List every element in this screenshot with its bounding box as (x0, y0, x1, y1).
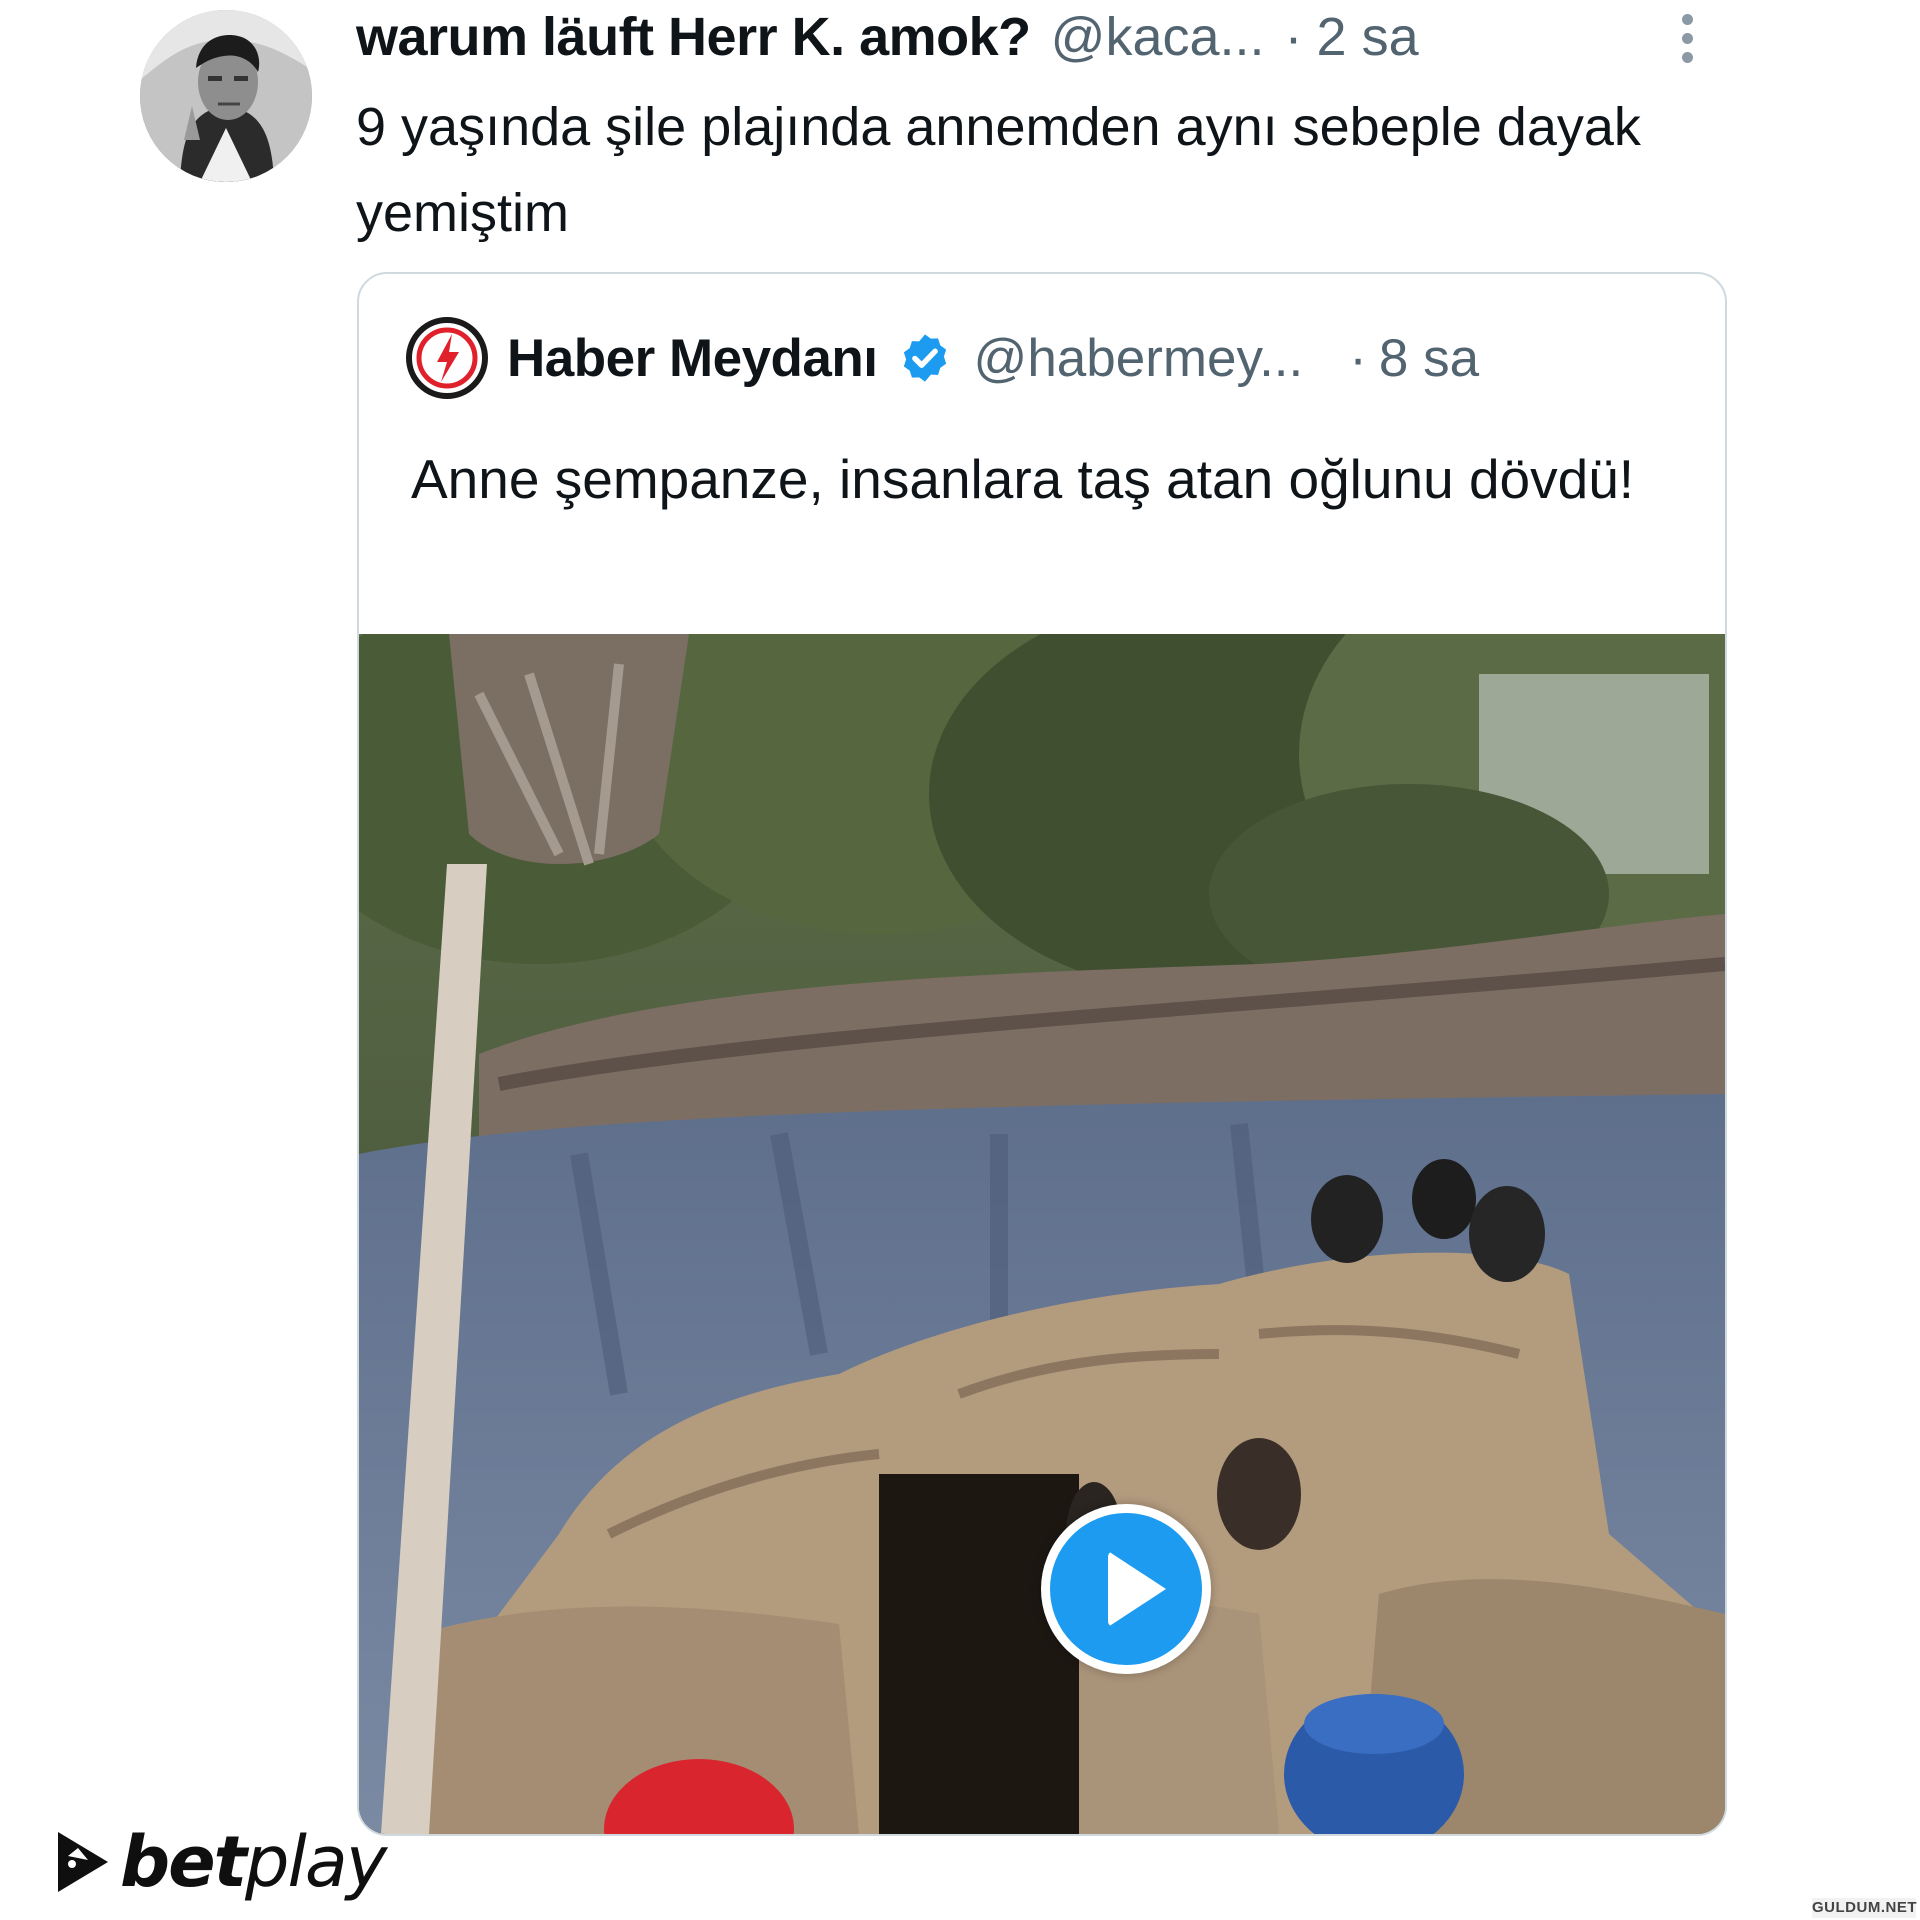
quoted-user-handle[interactable]: @habermey... (974, 328, 1304, 389)
guldum-watermark: GULDUM.NET (1812, 1898, 1917, 1918)
brand-text-light: play (245, 1821, 387, 1903)
verified-badge-icon (903, 334, 946, 382)
user-handle[interactable]: @kaca... (1051, 6, 1265, 68)
separator-dot: · (1284, 7, 1303, 67)
play-icon (1108, 1551, 1166, 1627)
quoted-tweet-header: Haber Meydanı @habermey... · 8 sa (406, 317, 1479, 399)
quoted-separator-dot: · (1349, 328, 1367, 388)
user-avatar[interactable] (140, 10, 312, 182)
video-thumbnail[interactable] (359, 634, 1725, 1834)
quoted-tweet-text: Anne şempanze, insanlara taş atan oğlunu… (411, 448, 1635, 510)
play-button[interactable] (1041, 1504, 1211, 1674)
lightning-bolt-logo (406, 317, 488, 399)
display-name[interactable]: warum läuft Herr K. amok? (356, 6, 1031, 68)
zoo-enclosure-image (359, 634, 1725, 1834)
user-avatar-photo (140, 10, 312, 182)
betplay-brand-icon (58, 1832, 108, 1892)
quoted-post-time[interactable]: 8 sa (1379, 328, 1479, 389)
more-vertical-icon[interactable] (1670, 10, 1704, 66)
brand-text-bold: bet (120, 1821, 247, 1903)
quoted-tweet-card[interactable]: Haber Meydanı @habermey... · 8 sa Anne ş… (357, 272, 1727, 1836)
tweet-text: 9 yaşında şile plajında annemden aynı se… (356, 97, 1641, 243)
quoted-display-name[interactable]: Haber Meydanı (507, 328, 878, 389)
post-time[interactable]: 2 sa (1317, 6, 1419, 68)
tweet-header: warum läuft Herr K. amok? @kaca... · 2 s… (356, 4, 1419, 70)
betplay-logo: bet play (54, 1821, 387, 1903)
